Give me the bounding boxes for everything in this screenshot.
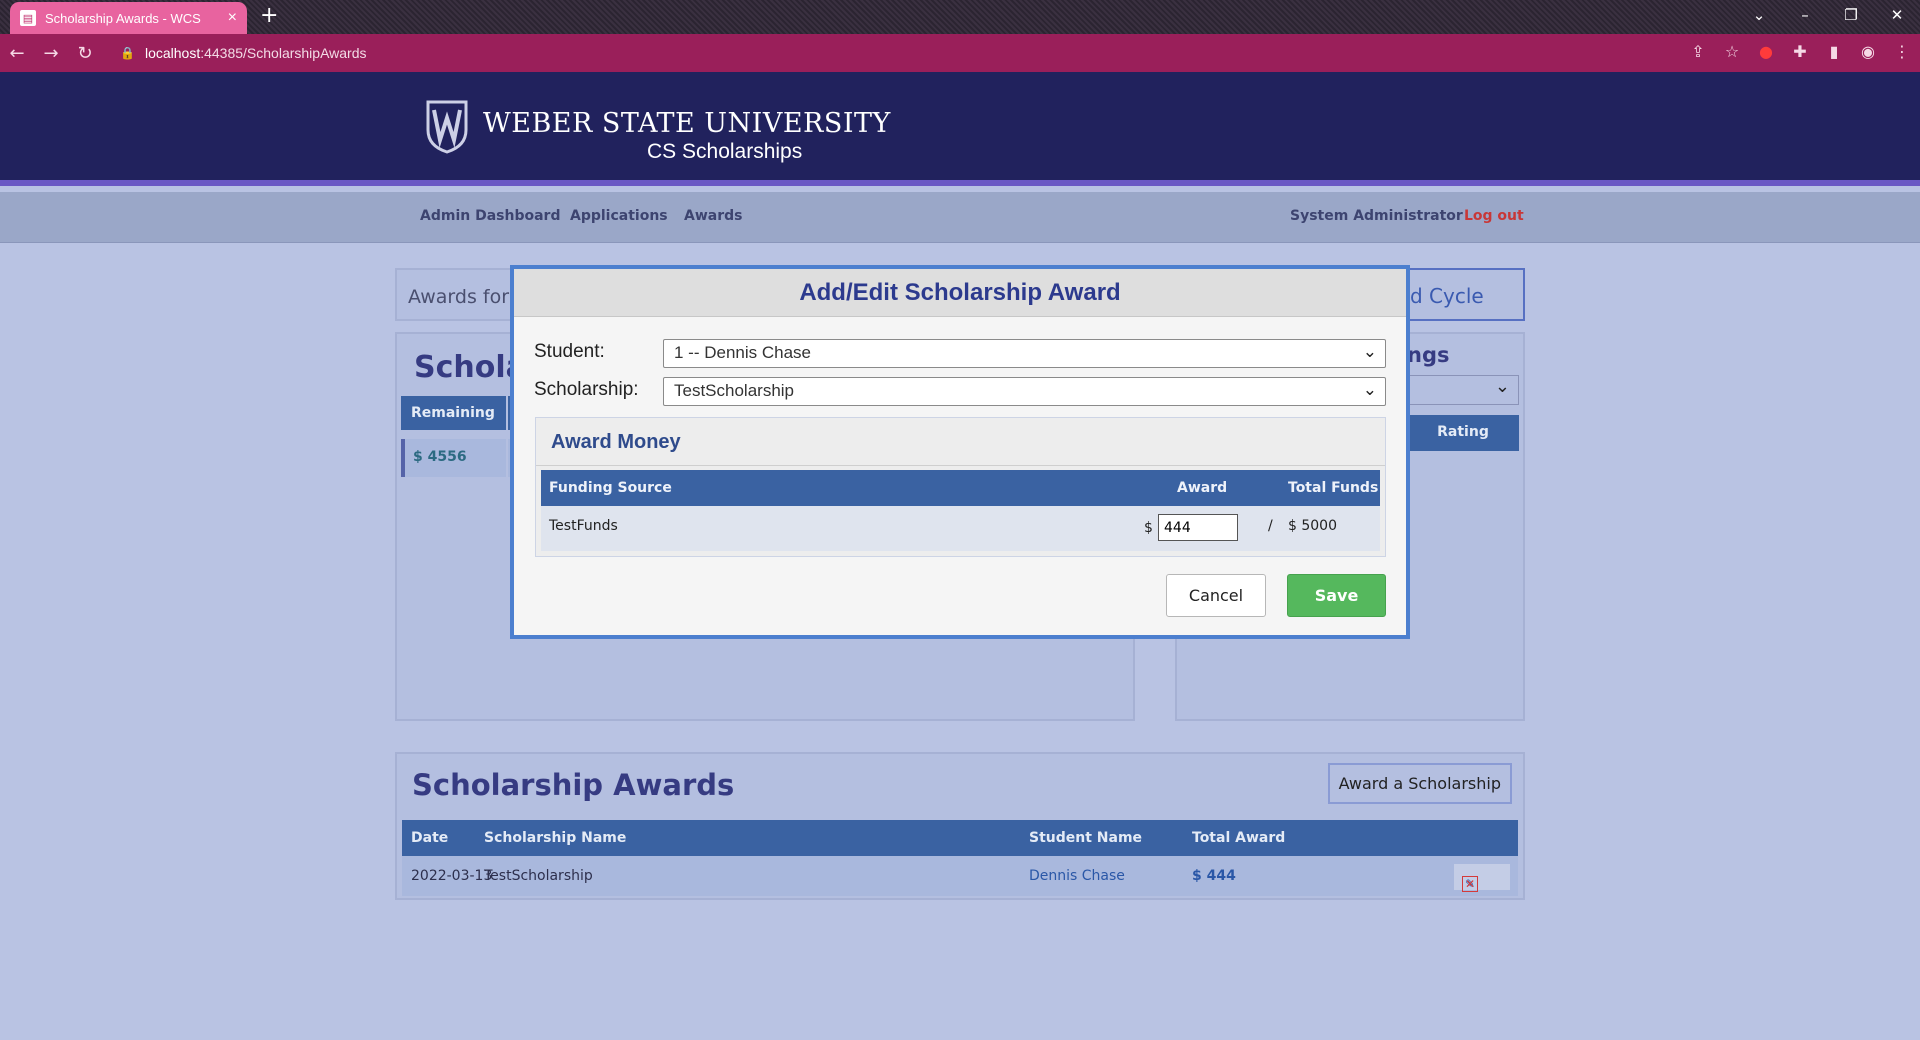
- slash-separator: /: [1268, 518, 1273, 534]
- address-bar[interactable]: 🔒 localhost:44385/ScholarshipAwards: [110, 39, 1825, 67]
- ratings-select[interactable]: [1407, 375, 1519, 405]
- scholarship-awards-panel: Scholarship Awards Award a Scholarship D…: [395, 752, 1525, 900]
- award-student-link[interactable]: Dennis Chase: [1029, 868, 1125, 884]
- site-subtitle: CS Scholarships: [647, 140, 803, 163]
- col-scholarship-name: Scholarship Name: [484, 830, 627, 846]
- browser-toolbar: ← → ↻ 🔒 localhost:44385/ScholarshipAward…: [0, 34, 1920, 72]
- award-a-scholarship-button[interactable]: Award a Scholarship: [1327, 763, 1512, 804]
- university-name: WEBER STATE UNIVERSITY: [483, 108, 891, 139]
- extension-icons: ⇪ ☆ ● ✚ ▮ ◉ ⋮: [1688, 42, 1912, 62]
- tab-close-icon[interactable]: ×: [228, 9, 237, 27]
- back-icon[interactable]: ←: [0, 43, 34, 64]
- side-panel-icon[interactable]: ▮: [1824, 42, 1844, 62]
- currency-symbol: $: [1144, 520, 1153, 536]
- lock-icon: 🔒: [120, 46, 135, 60]
- close-window-icon[interactable]: ✕: [1874, 0, 1920, 30]
- student-select-value: 1 -- Dennis Chase: [674, 343, 812, 362]
- remaining-header: Remaining: [401, 396, 506, 430]
- share-icon[interactable]: ⇪: [1688, 42, 1708, 62]
- table-row[interactable]: 2022-03-13 TestScholarship Dennis Chase …: [402, 856, 1518, 896]
- awards-table-header: Date Scholarship Name Student Name Total…: [402, 820, 1518, 856]
- divider: [536, 465, 1385, 466]
- site-header: WEBER STATE UNIVERSITY CS Scholarships: [0, 72, 1920, 186]
- col-funding-source: Funding Source: [549, 480, 672, 496]
- save-button[interactable]: Save: [1287, 574, 1386, 617]
- scholarship-select[interactable]: TestScholarship ⌄: [663, 377, 1386, 406]
- row-actions: ✎ ✕: [1454, 864, 1510, 892]
- extension-icon[interactable]: ●: [1756, 42, 1776, 62]
- student-select[interactable]: 1 -- Dennis Chase ⌄: [663, 339, 1386, 368]
- window-controls: ⌄ – ❐ ✕: [1736, 0, 1920, 30]
- url-host: localhost: [144, 45, 201, 61]
- col-total-award: Total Award: [1192, 830, 1286, 846]
- profile-avatar-icon[interactable]: ◉: [1858, 42, 1878, 62]
- table-row: TestFunds $ / $ 5000: [541, 506, 1380, 551]
- scholarship-select-value: TestScholarship: [674, 381, 795, 400]
- awards-for-label: Awards for: [395, 268, 525, 321]
- award-money-section: Award Money Funding Source Award Total F…: [535, 417, 1386, 557]
- bookmark-star-icon[interactable]: ☆: [1722, 42, 1742, 62]
- main-navigation: Admin Dashboard Applications Awards Syst…: [0, 192, 1920, 243]
- tab-title: Scholarship Awards - WCS: [45, 10, 201, 26]
- nav-awards[interactable]: Awards: [684, 208, 742, 224]
- forward-icon[interactable]: →: [34, 43, 68, 64]
- remaining-value[interactable]: $ 4556: [401, 439, 506, 477]
- funding-table-header: Funding Source Award Total Funds: [541, 470, 1380, 506]
- page-favicon-icon: ▤: [20, 10, 36, 26]
- award-total: $ 444: [1192, 868, 1236, 884]
- col-date: Date: [411, 830, 449, 846]
- new-tab-icon[interactable]: +: [260, 3, 278, 28]
- logout-link[interactable]: Log out: [1464, 208, 1524, 224]
- col-student-name: Student Name: [1029, 830, 1143, 846]
- nav-applications[interactable]: Applications: [570, 208, 668, 224]
- nav-user-name[interactable]: System Administrator: [1290, 208, 1463, 224]
- reload-icon[interactable]: ↻: [68, 43, 102, 64]
- cancel-button[interactable]: Cancel: [1166, 574, 1266, 617]
- total-funds-value: $ 5000: [1288, 518, 1337, 534]
- chevron-down-icon: ⌄: [1362, 342, 1377, 361]
- browser-titlebar: ▤ Scholarship Awards - WCS × + ⌄ – ❐ ✕: [0, 0, 1920, 34]
- cycle-button[interactable]: d Cycle: [1390, 268, 1525, 321]
- browser-tab[interactable]: ▤ Scholarship Awards - WCS ×: [10, 2, 247, 34]
- delete-icon[interactable]: ✕: [1462, 876, 1478, 892]
- puzzle-extensions-icon[interactable]: ✚: [1790, 42, 1810, 62]
- university-logo-icon: [426, 100, 468, 154]
- restore-icon[interactable]: ❐: [1828, 0, 1874, 30]
- ratings-title: ngs: [1407, 343, 1450, 367]
- brand: WEBER STATE UNIVERSITY CS Scholarships: [483, 108, 891, 163]
- awards-title: Scholarship Awards: [412, 768, 735, 802]
- scholarship-label: Scholarship:: [534, 379, 639, 400]
- funding-source-name: TestFunds: [549, 518, 618, 534]
- col-award: Award: [1177, 480, 1228, 496]
- nav-admin-dashboard[interactable]: Admin Dashboard: [420, 208, 560, 224]
- award-amount-input[interactable]: [1158, 514, 1238, 541]
- minimize-icon[interactable]: –: [1782, 0, 1828, 30]
- rating-header: Rating: [1407, 415, 1519, 451]
- url-path: :44385/ScholarshipAwards: [200, 45, 367, 61]
- modal-title: Add/Edit Scholarship Award: [514, 269, 1406, 317]
- tab-search-icon[interactable]: ⌄: [1736, 0, 1782, 30]
- add-edit-award-modal: Add/Edit Scholarship Award Student: 1 --…: [510, 265, 1410, 639]
- award-scholarship: TestScholarship: [484, 868, 593, 884]
- award-date: 2022-03-13: [411, 868, 493, 884]
- award-money-title: Award Money: [551, 431, 681, 453]
- col-total-funds: Total Funds: [1288, 480, 1379, 496]
- student-label: Student:: [534, 341, 605, 362]
- chevron-down-icon: ⌄: [1362, 380, 1377, 399]
- menu-kebab-icon[interactable]: ⋮: [1892, 42, 1912, 62]
